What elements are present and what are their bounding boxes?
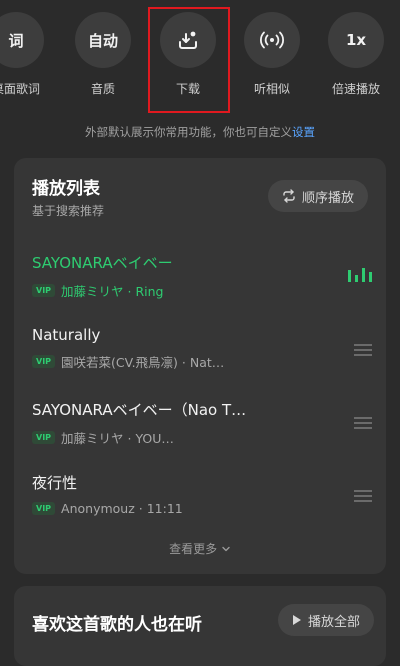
song-row[interactable]: SAYONARAベイベー（Nao T… VIP 加藤ミリヤ · YOU… (32, 399, 372, 447)
view-more-label: 查看更多 (169, 542, 218, 556)
vip-badge: VIP (32, 431, 56, 444)
vip-badge: VIP (32, 284, 56, 297)
lyrics-icon-text: 词 (8, 31, 24, 50)
song-title: 夜行性 (32, 474, 78, 492)
listen-similar-label: 听相似 (253, 82, 290, 96)
quality-button[interactable]: 自动 音质 (73, 12, 133, 97)
drag-handle-icon[interactable] (354, 490, 372, 505)
song-artist: 園咲若菜(CV.飛鳥凛) · Nat… (61, 355, 225, 370)
vip-badge: VIP (32, 502, 56, 515)
song-meta: VIP 園咲若菜(CV.飛鳥凛) · Nat… (32, 352, 372, 371)
playlist-title: 播放列表 (32, 179, 100, 199)
chevron-down-icon (222, 546, 230, 552)
song-meta: VIP Anonymouz · 11:11 (32, 501, 372, 516)
speed-icon-text: 1x (345, 31, 367, 49)
recommend-title: 喜欢这首歌的人也在听 (32, 615, 202, 635)
play-all-button[interactable]: 播放全部 (277, 604, 374, 636)
song-artist: 加藤ミリヤ · Ring (61, 284, 164, 299)
quality-label: 音质 (90, 82, 115, 96)
now-playing-icon (348, 268, 372, 282)
song-meta: VIP 加藤ミリヤ · YOU… (32, 428, 372, 447)
vip-badge: VIP (32, 355, 56, 368)
desktop-lyrics-label: 桌面歌词 (0, 82, 40, 96)
song-title: SAYONARAベイベー (32, 254, 173, 272)
play-mode-label: 顺序播放 (301, 190, 354, 206)
broadcast-icon (244, 12, 300, 68)
song-row[interactable]: 夜行性 VIP Anonymouz · 11:11 (32, 472, 372, 516)
song-meta: VIP 加藤ミリヤ · Ring (32, 281, 372, 300)
function-row: 词 桌面歌词 自动 音质 下载 听相似 1x 倍速播放 (0, 0, 400, 113)
quality-icon: 自动 (75, 12, 131, 68)
speed-icon: 1x (328, 12, 384, 68)
play-all-label: 播放全部 (307, 614, 360, 630)
play-mode-button[interactable]: 顺序播放 (267, 180, 368, 212)
settings-link[interactable]: 设置 (292, 125, 315, 139)
song-artist: Anonymouz · 11:11 (61, 501, 183, 516)
quality-icon-text: 自动 (87, 31, 118, 50)
drag-handle-icon[interactable] (354, 344, 372, 359)
song-artist: 加藤ミリヤ · YOU… (61, 431, 174, 446)
desktop-lyrics-button[interactable]: 词 桌面歌词 (0, 12, 46, 97)
song-row[interactable]: Naturally VIP 園咲若菜(CV.飛鳥凛) · Nat… (32, 326, 372, 371)
recommend-card: 喜欢这首歌的人也在听 播放全部 (14, 586, 386, 666)
song-title: Naturally (32, 326, 101, 344)
repeat-icon (283, 189, 295, 203)
view-more-button[interactable]: 查看更多 (14, 540, 386, 557)
lyrics-icon: 词 (0, 12, 44, 68)
song-title: SAYONARAベイベー（Nao T… (32, 401, 247, 419)
speed-button[interactable]: 1x 倍速播放 (326, 12, 386, 97)
highlight-box (148, 7, 230, 113)
speed-label: 倍速播放 (331, 82, 380, 96)
listen-similar-button[interactable]: 听相似 (242, 12, 302, 97)
song-row[interactable]: SAYONARAベイベー VIP 加藤ミリヤ · Ring (32, 252, 372, 300)
play-icon (292, 615, 301, 625)
drag-handle-icon[interactable] (354, 417, 372, 432)
customize-hint: 外部默认展示你常用功能，你也可自定义设置 (0, 124, 400, 140)
playlist-card: 播放列表 基于搜索推荐 顺序播放 SAYONARAベイベー VIP 加藤ミリヤ … (14, 158, 386, 574)
playlist-subtitle: 基于搜索推荐 (32, 204, 105, 218)
hint-text: 外部默认展示你常用功能，你也可自定义 (85, 125, 292, 139)
